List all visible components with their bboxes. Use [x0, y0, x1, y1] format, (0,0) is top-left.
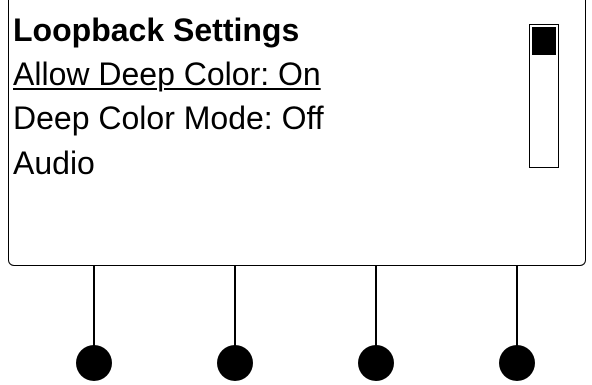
softkey-2-connector: [234, 266, 236, 352]
softkey-3-connector: [375, 266, 377, 352]
softkey-4-connector: [516, 266, 518, 352]
menu-item-audio[interactable]: Audio: [13, 145, 95, 181]
menu-item-allow-deep-color[interactable]: Allow Deep Color: On: [13, 56, 321, 92]
softkey-1-button[interactable]: [76, 345, 112, 381]
menu-item-deep-color-mode[interactable]: Deep Color Mode: Off: [13, 100, 324, 136]
scroll-thumb[interactable]: [532, 27, 556, 55]
scrollbar[interactable]: [529, 24, 559, 168]
softkey-2-button[interactable]: [217, 345, 253, 381]
lcd-screen: Loopback Settings Allow Deep Color: On D…: [8, 0, 586, 266]
menu-title: Loopback Settings: [13, 12, 300, 48]
softkey-1-connector: [93, 266, 95, 352]
softkey-3-button[interactable]: [358, 345, 394, 381]
softkey-4-button[interactable]: [499, 345, 535, 381]
